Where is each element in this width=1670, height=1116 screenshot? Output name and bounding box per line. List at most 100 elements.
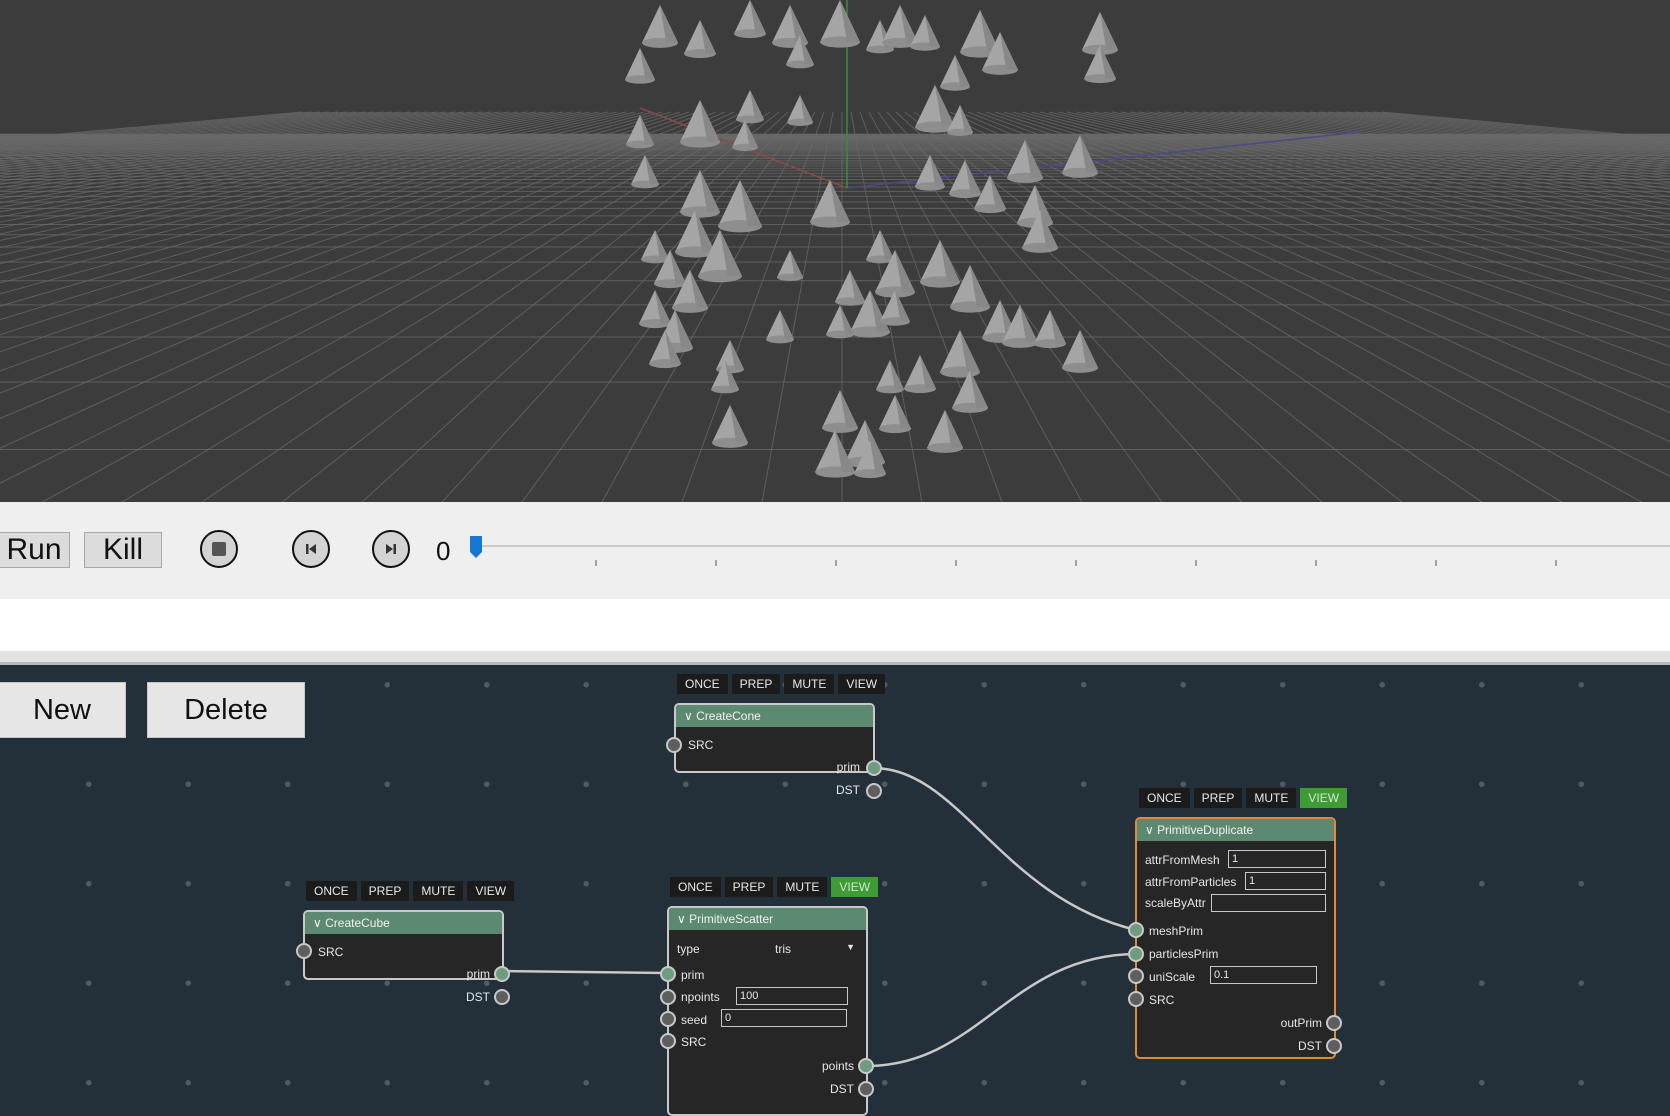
pin-label-particlesprim: particlesPrim xyxy=(1149,947,1219,961)
pin-label-seed: seed xyxy=(681,1013,708,1027)
collapse-chevron-icon[interactable]: ∨ xyxy=(313,916,325,930)
node-title: CreateCone xyxy=(696,709,761,723)
createcone-prim-pin[interactable] xyxy=(866,760,882,776)
skip-forward-icon xyxy=(386,544,396,554)
node-title: CreateCube xyxy=(325,916,390,930)
scatter-dst-pin[interactable] xyxy=(858,1081,874,1097)
createcube-flags: ONCE PREP MUTE VIEW xyxy=(306,881,515,901)
scatter-seed-pin[interactable] xyxy=(660,1011,676,1027)
pin-label-src: SRC xyxy=(681,1035,707,1049)
createcone-flags: ONCE PREP MUTE VIEW xyxy=(677,674,886,694)
stop-icon xyxy=(212,542,226,556)
attrfromparticles-field[interactable]: 1 xyxy=(1245,872,1326,890)
duplicate-dst-pin[interactable] xyxy=(1326,1038,1342,1054)
collapse-chevron-icon[interactable]: ∨ xyxy=(1145,823,1157,837)
attrfrommesh-label: attrFromMesh xyxy=(1145,853,1220,867)
pin-label-src: SRC xyxy=(688,738,714,752)
node-header[interactable]: ∨ CreateCube xyxy=(305,912,502,934)
createcube-src-pin[interactable] xyxy=(296,943,312,959)
duplicate-outprim-pin[interactable] xyxy=(1326,1015,1342,1031)
skip-back-button[interactable] xyxy=(292,530,330,568)
mute-toggle[interactable]: MUTE xyxy=(777,877,828,897)
primitivescatter-flags: ONCE PREP MUTE VIEW xyxy=(670,877,879,897)
duplicate-src-pin[interactable] xyxy=(1128,991,1144,1007)
once-toggle[interactable]: ONCE xyxy=(677,674,728,694)
collapse-chevron-icon[interactable]: ∨ xyxy=(684,709,696,723)
pin-label-prim: prim xyxy=(681,968,705,982)
prep-toggle[interactable]: PREP xyxy=(724,877,774,897)
createcone-dst-pin[interactable] xyxy=(866,783,882,799)
duplicate-uniscale-pin[interactable] xyxy=(1128,968,1144,984)
dropdown-arrow-icon: ▼ xyxy=(846,942,855,952)
duplicate-meshprim-pin[interactable] xyxy=(1128,922,1144,938)
transport-bar: Run Kill 0 xyxy=(0,502,1670,599)
node-header[interactable]: ∨ PrimitiveDuplicate xyxy=(1137,819,1334,841)
createcube-dst-pin[interactable] xyxy=(494,989,510,1005)
node-title: PrimitiveDuplicate xyxy=(1157,823,1254,837)
node-header[interactable]: ∨ PrimitiveScatter xyxy=(669,908,866,930)
npoints-field[interactable]: 100 xyxy=(736,987,848,1005)
pin-label-outprim: outPrim xyxy=(1280,1016,1322,1030)
pin-label-meshprim: meshPrim xyxy=(1149,924,1204,938)
scatter-prim-pin[interactable] xyxy=(660,966,676,982)
node-header[interactable]: ∨ CreateCone xyxy=(676,705,873,727)
prep-toggle[interactable]: PREP xyxy=(1193,788,1243,808)
pin-label-uniscale: uniScale xyxy=(1149,970,1196,984)
mute-toggle[interactable]: MUTE xyxy=(784,674,835,694)
pin-label-prim: prim xyxy=(836,760,860,774)
view-toggle[interactable]: VIEW xyxy=(467,881,515,901)
view-toggle[interactable]: VIEW xyxy=(1300,788,1348,808)
pin-label-dst: DST xyxy=(1298,1039,1322,1053)
once-toggle[interactable]: ONCE xyxy=(670,877,721,897)
prep-toggle[interactable]: PREP xyxy=(360,881,410,901)
run-button[interactable]: Run xyxy=(0,532,70,568)
delete-button[interactable]: Delete xyxy=(147,682,305,738)
pin-label-dst: DST xyxy=(836,783,860,797)
view-toggle[interactable]: VIEW xyxy=(831,877,879,897)
new-button[interactable]: New xyxy=(0,682,126,738)
skip-forward-button[interactable] xyxy=(372,530,410,568)
scatter-points-pin[interactable] xyxy=(858,1058,874,1074)
frame-number: 0 xyxy=(436,536,451,566)
pin-label-prim: prim xyxy=(466,967,490,981)
pin-label-points: points xyxy=(821,1059,854,1073)
pin-label-src: SRC xyxy=(1149,993,1175,1007)
status-area xyxy=(0,599,1670,651)
mute-toggle[interactable]: MUTE xyxy=(413,881,464,901)
node-graph[interactable]: New Delete ONCE PREP MUTE VIEW ∨ CreateC… xyxy=(0,665,1670,1116)
pin-label-dst: DST xyxy=(466,990,490,1004)
type-label: type xyxy=(677,942,700,956)
createcube-prim-pin[interactable] xyxy=(494,966,510,982)
wire-cone-to-duplicate xyxy=(872,766,1137,932)
node-title: PrimitiveScatter xyxy=(689,912,774,926)
timeline-handle[interactable] xyxy=(470,536,482,558)
view-toggle[interactable]: VIEW xyxy=(838,674,886,694)
seed-field[interactable]: 0 xyxy=(721,1009,847,1027)
once-toggle[interactable]: ONCE xyxy=(306,881,357,901)
3d-viewport[interactable] xyxy=(0,0,1670,502)
collapse-chevron-icon[interactable]: ∨ xyxy=(677,912,689,926)
attrfromparticles-label: attrFromParticles xyxy=(1145,875,1237,889)
mute-toggle[interactable]: MUTE xyxy=(1246,788,1297,808)
pin-label-dst: DST xyxy=(830,1082,854,1096)
type-select[interactable]: tris ▼ xyxy=(775,942,855,956)
attrfrommesh-field[interactable]: 1 xyxy=(1228,850,1326,868)
splitter[interactable] xyxy=(0,651,1670,665)
prep-toggle[interactable]: PREP xyxy=(731,674,781,694)
scalebyattr-field[interactable] xyxy=(1211,894,1326,912)
timeline-slider[interactable] xyxy=(470,532,1670,572)
createcone-src-pin[interactable] xyxy=(666,737,682,753)
wire-cube-to-scatter xyxy=(501,969,669,975)
scalebyattr-label: scaleByAttr xyxy=(1145,896,1206,910)
scatter-src-pin[interactable] xyxy=(660,1033,676,1049)
wire-scatter-to-duplicate xyxy=(865,952,1137,1068)
once-toggle[interactable]: ONCE xyxy=(1139,788,1190,808)
stop-button[interactable] xyxy=(200,530,238,568)
duplicate-particlesprim-pin[interactable] xyxy=(1128,946,1144,962)
pin-label-npoints: npoints xyxy=(681,990,720,1004)
uniscale-field[interactable]: 0.1 xyxy=(1210,966,1317,984)
scatter-npoints-pin[interactable] xyxy=(660,989,676,1005)
kill-button[interactable]: Kill xyxy=(84,532,162,568)
pin-label-src: SRC xyxy=(318,945,344,959)
primitiveduplicate-flags: ONCE PREP MUTE VIEW xyxy=(1139,788,1348,808)
